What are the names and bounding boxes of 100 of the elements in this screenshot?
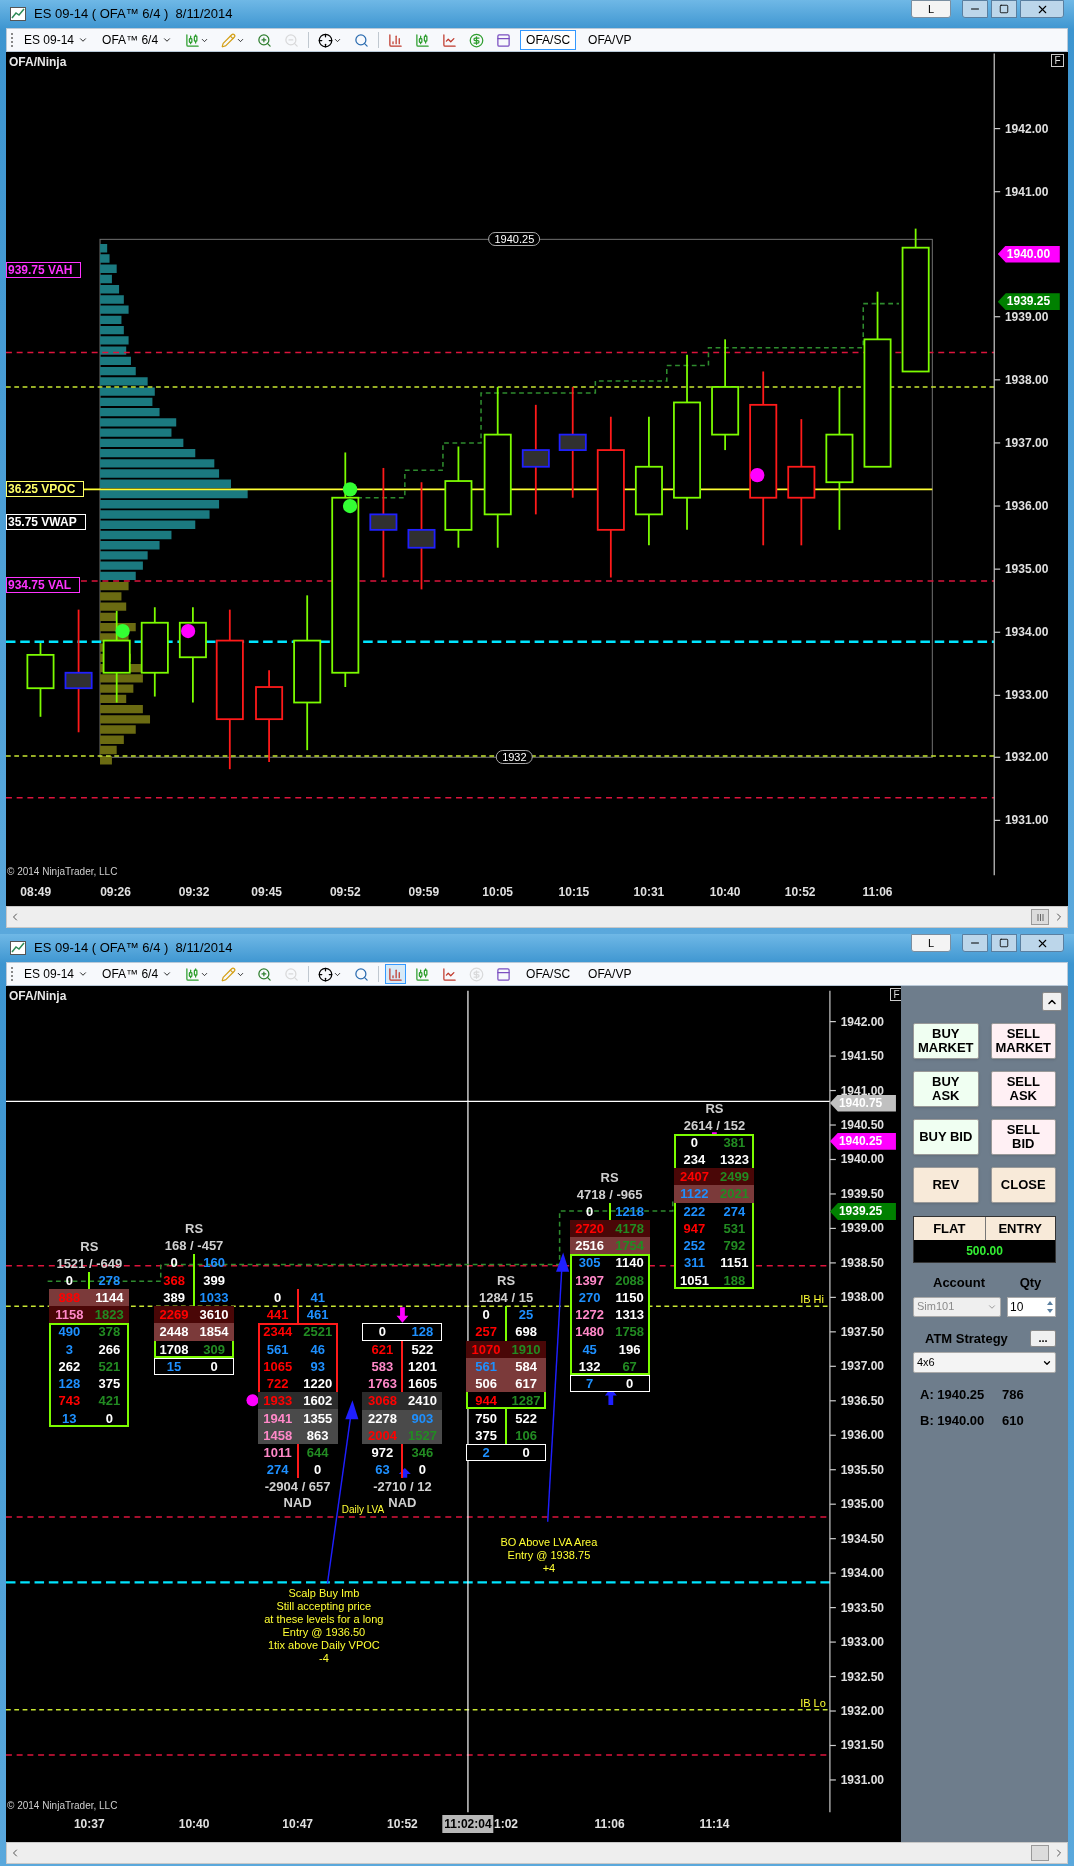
template-dropdown[interactable]: OFA™ 6/4 <box>98 31 177 49</box>
dot-marker <box>246 1394 259 1407</box>
caret-icon <box>162 35 173 45</box>
bid-volume: 128 <box>58 1379 81 1389</box>
order-button[interactable]: SELL ASK <box>990 1071 1056 1107</box>
bid-volume: 2004 <box>367 1430 397 1440</box>
time-label: 10:52 <box>784 883 816 901</box>
bid-volume: 2720 <box>575 1224 605 1233</box>
down-arrow-icon <box>396 1307 409 1323</box>
price-label: 1935.50 <box>840 1462 884 1477</box>
bid-volume: 944 <box>475 1396 497 1406</box>
maximize-button[interactable] <box>991 934 1017 952</box>
ask-volume: 1220 <box>303 1379 333 1389</box>
order-button[interactable]: REV <box>913 1167 979 1203</box>
order-button[interactable]: SELL MARKET <box>990 1023 1056 1059</box>
order-button[interactable]: SELL BID <box>990 1119 1056 1155</box>
order-button[interactable]: BUY BID <box>913 1119 979 1155</box>
bid-volume: 722 <box>266 1379 289 1389</box>
maximize-button[interactable] <box>991 0 1017 18</box>
axis-tick <box>829 1262 837 1264</box>
ask-volume: 584 <box>515 1361 537 1371</box>
ask-volume: 2021 <box>719 1189 749 1199</box>
view-tab[interactable]: OFA/VP <box>582 30 638 50</box>
view-tab[interactable]: OFA/SC <box>520 964 577 984</box>
chart-name: OFA/Ninja <box>9 988 67 1005</box>
atm-strategy-dropdown[interactable]: 4x6 <box>913 1352 1056 1373</box>
level-label: 939.75 VAH <box>6 262 82 279</box>
instrument-dropdown[interactable]: ES 09-14 <box>20 31 93 49</box>
axis-tick <box>993 128 1001 130</box>
bid-volume: 441 <box>266 1310 289 1320</box>
time-label: 10:31 <box>633 883 665 901</box>
bar-delta: 4718 / -965 <box>576 1185 643 1203</box>
minimize-button[interactable] <box>962 0 988 18</box>
ask-volume: 1910 <box>511 1344 541 1354</box>
level-label: 934.75 VAL <box>6 576 81 593</box>
ask-volume: 644 <box>306 1448 329 1458</box>
axis-tick <box>829 1607 837 1609</box>
ask-volume: 531 <box>723 1223 746 1233</box>
close-button[interactable] <box>1020 0 1064 18</box>
order-button[interactable]: BUY MARKET <box>913 1023 979 1059</box>
price-label: 1942.00 <box>840 1014 884 1029</box>
ask-volume: 522 <box>411 1344 434 1354</box>
ask-volume: 1033 <box>199 1292 229 1302</box>
time-label: 10:40 <box>178 1815 210 1833</box>
lock-button[interactable]: L <box>911 0 951 18</box>
more-button[interactable]: ... <box>1030 1329 1056 1347</box>
view-tab[interactable]: OFA/SC <box>520 30 577 50</box>
axis-tick <box>829 1400 837 1402</box>
ask-volume: 522 <box>515 1413 537 1423</box>
ask-volume: 1140 <box>615 1258 644 1268</box>
bid-volume: 621 <box>371 1344 394 1354</box>
bid-volume: 270 <box>578 1292 601 1302</box>
bar-label: RS <box>705 1099 724 1117</box>
quote-price: B: 1940.00 <box>920 1411 986 1430</box>
scroll-thumb[interactable] <box>1031 909 1049 925</box>
bid-volume: 234 <box>683 1155 706 1164</box>
axis-tick <box>993 819 1001 821</box>
ask-volume: 346 <box>411 1448 434 1458</box>
time-label: 09:26 <box>100 883 131 901</box>
bid-volume: 132 <box>578 1361 601 1371</box>
bid-volume: 1941 <box>263 1413 293 1423</box>
quantity-field[interactable]: 10 <box>1007 1296 1056 1317</box>
bid-volume: 2344 <box>263 1327 293 1337</box>
axis-tick <box>829 1193 837 1195</box>
price-label: 1935.00 <box>1004 562 1049 577</box>
bar-delta: 2614 / 152 <box>683 1116 746 1134</box>
time-label: 10:40 <box>709 883 741 901</box>
ask-volume: 375 <box>98 1379 121 1389</box>
instrument-dropdown[interactable]: ES 09-14 <box>20 965 93 983</box>
bid-volume: 2278 <box>367 1413 397 1423</box>
price-label: 1940.00 <box>840 1152 884 1167</box>
lock-button[interactable]: L <box>911 934 951 952</box>
ask-volume: 421 <box>98 1396 121 1406</box>
bar-label: NAD <box>388 1495 417 1512</box>
price-label: 1937.00 <box>840 1359 884 1374</box>
price-label: 1934.00 <box>840 1566 884 1581</box>
chart-name: OFA/Ninja <box>9 54 67 71</box>
scroll-thumb[interactable] <box>1031 1845 1049 1861</box>
time-label: 09:32 <box>178 883 210 901</box>
collapse-button[interactable] <box>1042 992 1062 1011</box>
horizontal-scrollbar[interactable] <box>6 1842 1068 1864</box>
order-button[interactable]: BUY ASK <box>913 1071 979 1107</box>
close-button[interactable] <box>1020 934 1064 952</box>
template-dropdown[interactable]: OFA™ 6/4 <box>98 965 177 983</box>
price-label: 1933.00 <box>1004 688 1049 703</box>
bid-volume: 0 <box>170 1258 178 1268</box>
minimize-button[interactable] <box>962 934 988 952</box>
flag-box[interactable]: F <box>1051 54 1064 67</box>
ask-volume: 1527 <box>407 1430 437 1440</box>
bar-delta: 1284 / 15 <box>478 1289 534 1307</box>
axis-tick <box>829 1675 837 1678</box>
order-button[interactable]: CLOSE <box>990 1167 1056 1203</box>
view-tab[interactable]: OFA/VP <box>582 964 638 984</box>
horizontal-scrollbar[interactable] <box>6 906 1068 928</box>
time-label: 10:52 <box>387 1815 418 1833</box>
price-label: 1933.00 <box>840 1635 884 1650</box>
ask-volume: 3610 <box>199 1310 229 1320</box>
ask-volume: 106 <box>515 1430 537 1440</box>
bid-volume: 3068 <box>367 1396 397 1406</box>
bid-volume: 13 <box>62 1413 77 1423</box>
